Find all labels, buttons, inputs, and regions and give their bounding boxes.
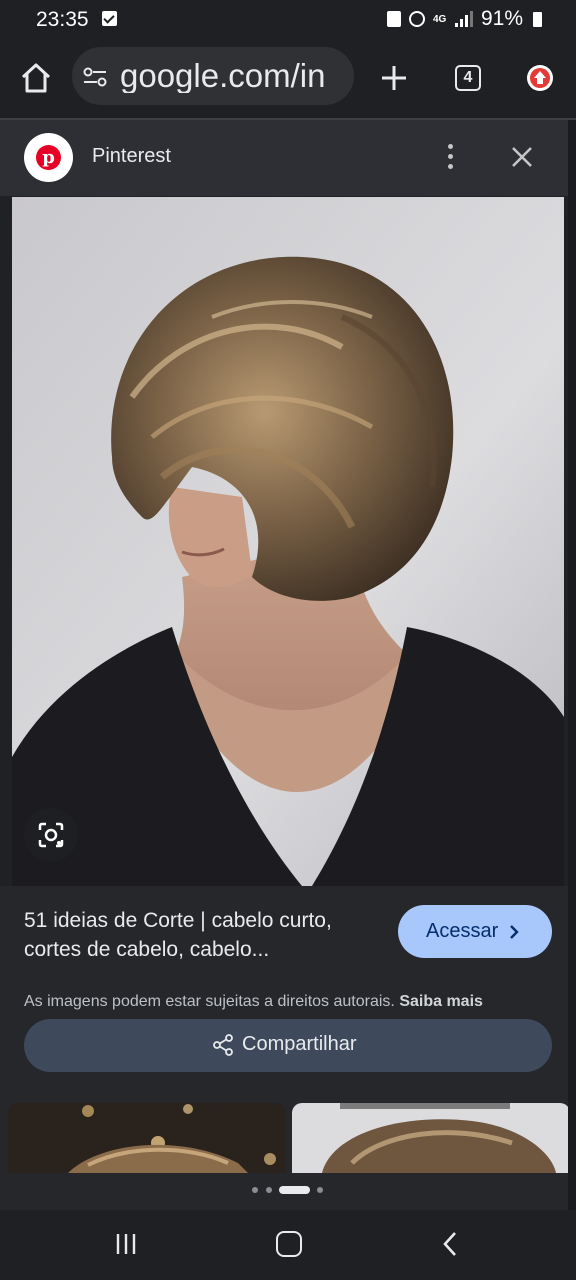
notification-check-icon xyxy=(102,11,117,26)
home-icon[interactable] xyxy=(18,60,54,96)
scrollbar[interactable] xyxy=(568,120,576,1210)
update-icon[interactable] xyxy=(527,65,553,91)
share-button-label: Compartilhar xyxy=(242,1033,357,1055)
status-time: 23:35 xyxy=(36,8,89,31)
close-icon[interactable] xyxy=(508,143,536,171)
battery-icon xyxy=(533,11,542,27)
carousel-dot xyxy=(266,1187,272,1193)
signal-icon xyxy=(454,11,473,27)
url-text[interactable]: google.com/in xyxy=(120,59,346,93)
status-icons: 4G 91% xyxy=(386,7,542,31)
battery-percent: 91% xyxy=(480,7,523,30)
share-button[interactable]: Compartilhar xyxy=(24,1019,552,1072)
google-lens-button[interactable] xyxy=(24,808,78,862)
related-image-2[interactable] xyxy=(292,1103,568,1173)
lens-icon xyxy=(38,822,64,848)
carousel-dot xyxy=(252,1187,258,1193)
system-navigation-bar xyxy=(0,1210,576,1280)
home-nav-icon[interactable] xyxy=(276,1231,302,1257)
learn-more-link[interactable]: Saiba mais xyxy=(399,993,483,1010)
related-images xyxy=(0,1103,568,1173)
battery-saver-icon xyxy=(386,11,401,27)
share-icon xyxy=(213,1033,233,1056)
address-bar[interactable]: google.com/in xyxy=(72,47,354,105)
page-info-icon[interactable] xyxy=(82,67,108,87)
recents-icon[interactable] xyxy=(115,1233,137,1255)
visit-button[interactable]: Acessar xyxy=(398,905,552,958)
status-bar: 23:35 4G 91% xyxy=(0,0,576,40)
new-tab-icon[interactable] xyxy=(378,62,410,94)
visit-button-label: Acessar xyxy=(426,920,499,942)
back-icon[interactable] xyxy=(440,1231,460,1257)
chevron-right-icon xyxy=(510,925,519,939)
carousel-dot xyxy=(317,1187,323,1193)
alarm-icon xyxy=(408,11,425,27)
result-image[interactable] xyxy=(12,197,564,886)
copyright-notice: As imagens podem estar sujeitas a direit… xyxy=(24,993,483,1010)
carousel-indicator xyxy=(0,1183,568,1195)
network-type: 4G xyxy=(432,13,447,25)
result-title[interactable]: 51 ideias de Corte | cabelo curto, corte… xyxy=(24,906,374,964)
related-image-1[interactable] xyxy=(8,1103,286,1173)
more-options-icon[interactable] xyxy=(446,144,454,172)
carousel-dot-active xyxy=(279,1186,310,1194)
source-name[interactable]: Pinterest xyxy=(92,145,171,168)
result-info: 51 ideias de Corte | cabelo curto, corte… xyxy=(0,886,568,1210)
tab-switcher-button[interactable]: 4 xyxy=(455,65,481,91)
source-header: p Pinterest xyxy=(0,120,568,196)
pinterest-logo-icon[interactable]: p xyxy=(24,133,73,182)
image-viewer-panel: p Pinterest 51 ideias de Corte | cabelo … xyxy=(0,120,568,1210)
browser-toolbar: google.com/in 4 xyxy=(0,40,576,118)
